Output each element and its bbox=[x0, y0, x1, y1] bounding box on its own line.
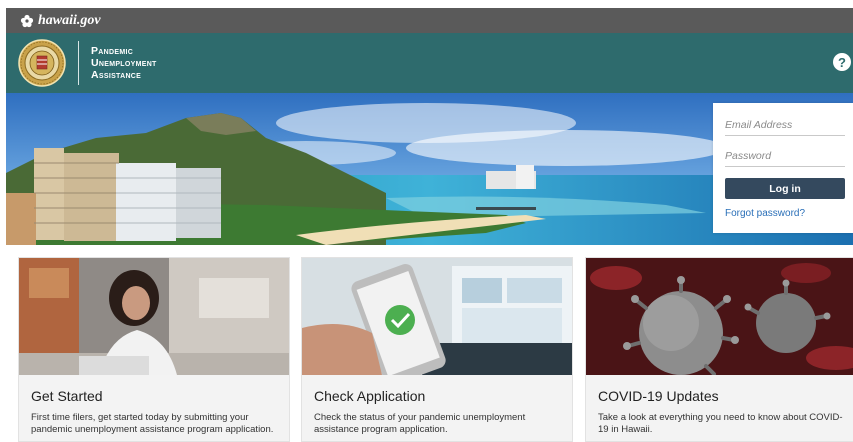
app-title-line: Assistance bbox=[91, 69, 142, 81]
card-image-woman-laptop bbox=[19, 258, 289, 375]
card-description: Check the status of your pandemic unempl… bbox=[314, 412, 526, 435]
card-image-phone-check bbox=[302, 258, 572, 375]
card-image-virus bbox=[586, 258, 853, 375]
app-title: Pandemic Unemployment Assistance bbox=[91, 45, 157, 81]
card-get-started[interactable]: Get Started First time filers, get start… bbox=[18, 257, 290, 442]
card-title: Get Started bbox=[31, 388, 103, 404]
forgot-password-link[interactable]: Forgot password? bbox=[725, 208, 805, 219]
card-description: First time filers, get started today by … bbox=[31, 412, 274, 435]
login-panel: Log in Forgot password? bbox=[713, 103, 853, 233]
card-covid-updates[interactable]: COVID-19 Updates Take a look at everythi… bbox=[585, 257, 853, 442]
hawaii-flower-icon bbox=[20, 14, 34, 27]
app-title-line: Pandemic bbox=[91, 45, 134, 57]
card-description: Take a look at everything you need to kn… bbox=[598, 412, 843, 435]
login-button[interactable]: Log in bbox=[725, 178, 845, 199]
app-header: Pandemic Unemployment Assistance ? bbox=[6, 33, 853, 93]
state-seal-icon bbox=[18, 39, 66, 87]
help-icon: ? bbox=[838, 54, 846, 70]
gov-bar: hawaii.gov bbox=[6, 8, 853, 33]
email-field[interactable] bbox=[725, 115, 845, 136]
hawaii-gov-logo[interactable]: hawaii.gov bbox=[20, 13, 101, 29]
card-title: Check Application bbox=[314, 388, 426, 404]
app-title-line: Unemployment bbox=[91, 57, 157, 69]
card-check-application[interactable]: Check Application Check the status of yo… bbox=[301, 257, 573, 442]
password-field[interactable] bbox=[725, 146, 845, 167]
gov-site-name: hawaii.gov bbox=[38, 12, 101, 28]
card-title: COVID-19 Updates bbox=[598, 388, 719, 404]
help-button[interactable]: ? bbox=[833, 53, 851, 71]
header-divider bbox=[78, 41, 79, 85]
